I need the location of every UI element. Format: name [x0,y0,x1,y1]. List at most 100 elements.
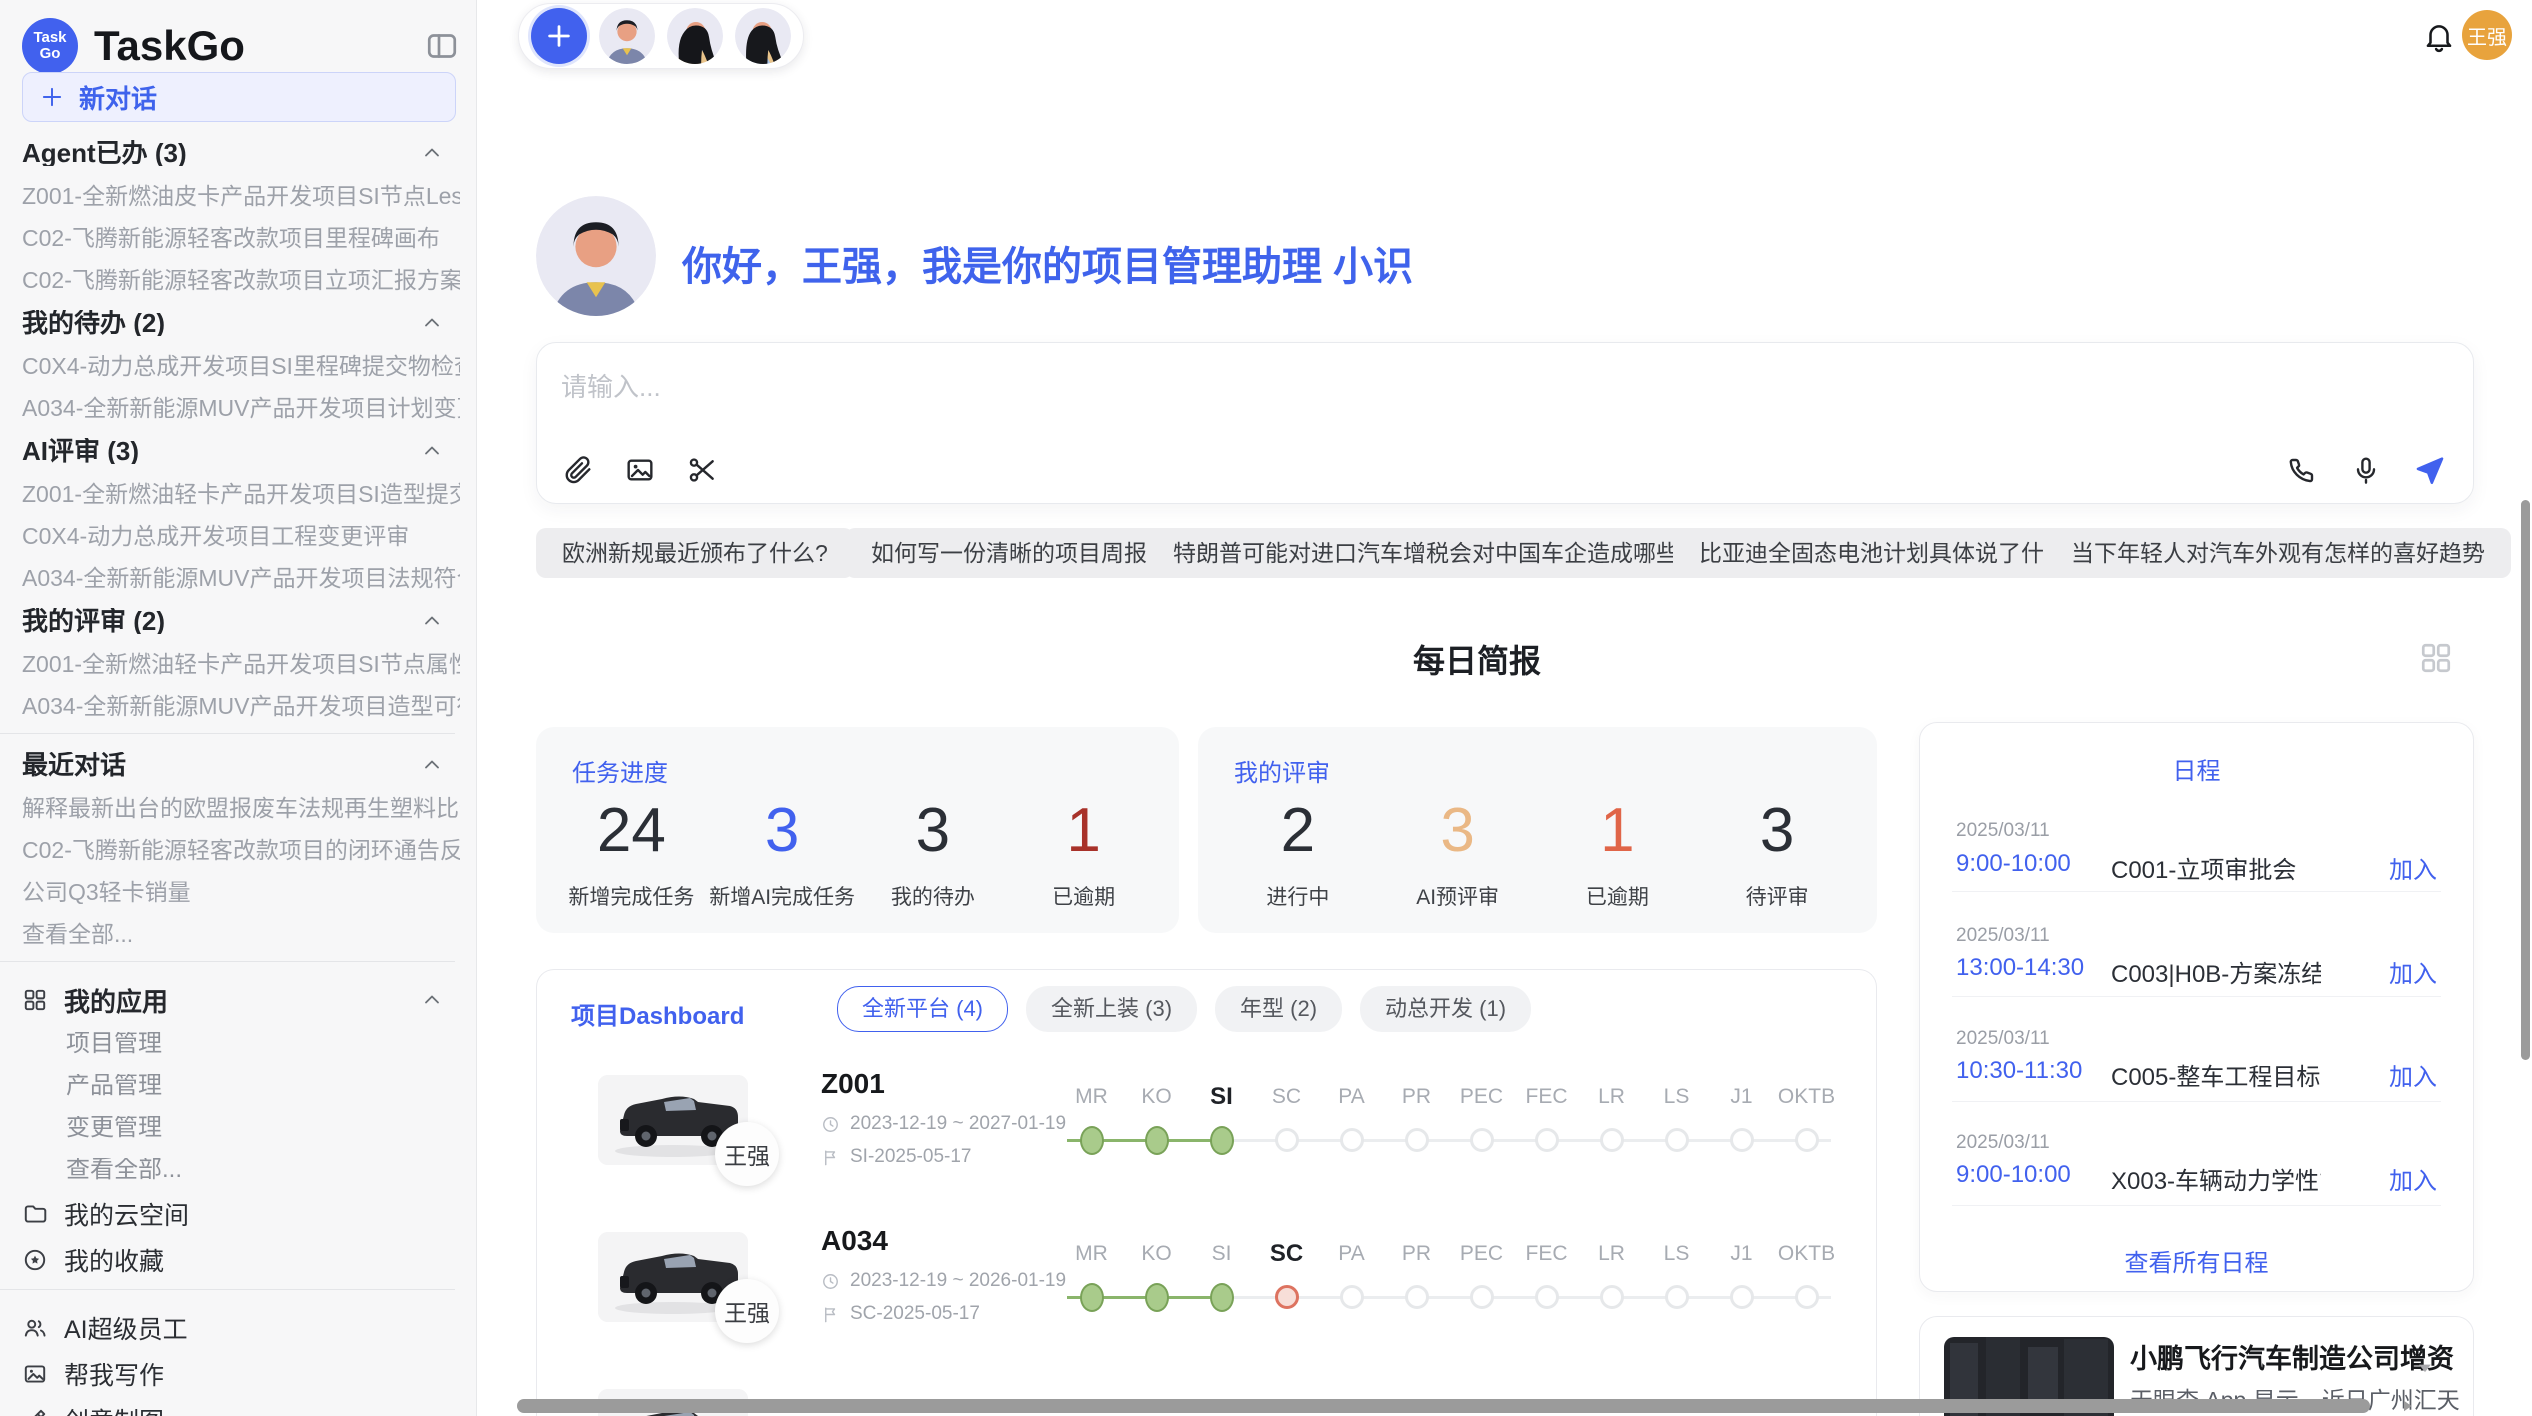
folder-icon [22,1201,48,1227]
sidebar-item-cloud-space[interactable]: 我的云空间 [22,1200,454,1228]
project-dates: 2023-12-19 ~ 2026-01-19 [821,1270,1066,1292]
mic-icon[interactable] [2345,449,2387,491]
join-button[interactable]: 加入 [2389,1161,2437,1196]
section-my-review[interactable]: 我的评审 (2) [22,608,454,634]
assistant-avatar [536,196,656,316]
suggestion-chip[interactable]: 当下年轻人对汽车外观有怎样的喜好趋势 [2045,528,2511,578]
view-all-apps[interactable]: 查看全部... [66,1158,477,1182]
divider [1952,996,2441,997]
vertical-scrollbar[interactable] [2521,500,2530,1060]
stat: 3新增AI完成任务 [707,795,858,915]
project-code[interactable]: A034 [821,1225,888,1257]
dashboard-title: 项目Dashboard [571,996,744,1031]
users-icon [22,1315,48,1341]
chevron-up-icon[interactable] [420,311,444,335]
cloud-space-label: 我的云空间 [64,1196,189,1232]
creative-draw-label: 创意制图 [64,1402,164,1416]
sidebar-item-help-write[interactable]: 帮我写作 [22,1360,454,1388]
suggestion-chip[interactable]: 特朗普可能对进口汽车增税会对中国车企造成哪些影响 [1147,528,1751,578]
new-session-button[interactable] [531,8,587,64]
view-all-schedule[interactable]: 查看所有日程 [1920,1243,2473,1278]
join-button[interactable]: 加入 [2389,954,2437,989]
chevron-up-icon[interactable] [420,609,444,633]
suggestion-chip[interactable]: 欧洲新规最近颁布了什么? [536,528,854,578]
list-item[interactable]: C02-飞腾新能源轻客改款项目的闭环通告反馈情况 [22,838,460,862]
tab-year-model[interactable]: 年型 (2) [1215,986,1342,1032]
new-chat-button[interactable]: 新对话 [22,72,456,122]
avatar[interactable] [599,8,655,64]
sidebar-collapse-icon[interactable] [424,28,460,64]
tab-powertrain[interactable]: 动总开发 (1) [1360,986,1531,1032]
sidebar-list: Agent已办 (3) Z001-全新燃油皮卡产品开发项目SI节点Lesson … [0,122,477,1416]
list-item[interactable]: A034-全新新能源MUV产品开发项目计划变更表编写 [22,396,460,420]
my-apps-label: 我的应用 [64,982,168,1019]
sidebar-item-change-mgmt[interactable]: 变更管理 [66,1116,477,1140]
taskgo-app: Task Go TaskGo 新对话 Agent已办 (3) Z001-全新燃油… [0,0,2532,1416]
list-item[interactable]: A034-全新新能源MUV产品开发项目法规符合性评审 [22,566,460,590]
milestone-dot [1210,1283,1234,1312]
horizontal-scrollbar[interactable] [517,1399,2370,1413]
list-item[interactable]: C0X4-动力总成开发项目工程变更评审 [22,524,460,548]
section-agent-done[interactable]: Agent已办 (3) [22,140,454,166]
join-button[interactable]: 加入 [2389,850,2437,885]
join-button[interactable]: 加入 [2389,1057,2437,1092]
event-title: C001-立项审批会 [2111,850,2321,885]
list-item[interactable]: C02-飞腾新能源轻客改款项目里程碑画布 [22,226,460,250]
sidebar-item-favorites[interactable]: 我的收藏 [22,1246,454,1274]
list-item[interactable]: A034-全新新能源MUV产品开发项目造型可行性评审 [22,694,460,718]
tab-new-body[interactable]: 全新上装 (3) [1026,986,1197,1032]
sidebar-item-creative-draw[interactable]: 创意制图 [22,1406,454,1416]
insert-image-icon[interactable] [619,449,661,491]
favorites-label: 我的收藏 [64,1242,164,1278]
layout-grid-icon[interactable] [2418,640,2454,676]
flag-icon [821,1148,840,1167]
app-logo: Task Go [22,18,78,74]
send-icon[interactable] [2409,449,2451,491]
user-avatar[interactable]: 王强 [2462,10,2512,60]
milestone-dot [1145,1283,1169,1312]
task-progress-card: 任务进度 24新增完成任务 3新增AI完成任务 3我的待办 1已逾期 [536,727,1179,933]
list-item[interactable]: Z001-全新燃油轻卡产品开发项目SI造型提交物评审 [22,482,460,506]
phone-icon[interactable] [2281,449,2323,491]
suggestion-chip[interactable]: 如何写一份清晰的项目周报 [845,528,1173,578]
list-item[interactable]: 公司Q3轻卡销量 [22,880,460,904]
session-switcher [518,3,804,69]
sidebar-item-ai-staff[interactable]: AI超级员工 [22,1314,454,1342]
dashboard-tabs: 全新平台 (4) 全新上装 (3) 年型 (2) 动总开发 (1) [837,986,1531,1032]
milestone-strip: MR KO SI SC PA PR PEC FEC LR LS J1 OKTB [1059,1239,1839,1312]
ai-staff-label: AI超级员工 [64,1310,188,1346]
list-item[interactable]: 解释最新出台的欧盟报废车法规再生塑料比例被调至15%... [22,796,460,820]
notification-bell-icon[interactable] [2422,20,2456,54]
sidebar-item-project-mgmt[interactable]: 项目管理 [66,1032,477,1056]
list-item[interactable]: C0X4-动力总成开发项目SI里程碑提交物检查 [22,354,460,378]
chevron-up-icon[interactable] [420,439,444,463]
sidebar-item-my-apps[interactable]: 我的应用 [22,986,454,1014]
scroll-right-icon[interactable] [2394,1397,2420,1415]
divider [0,733,455,734]
event-date: 2025/03/11 [1956,925,2050,947]
tab-new-platform[interactable]: 全新平台 (4) [837,986,1008,1032]
chevron-up-icon[interactable] [420,141,444,165]
avatar[interactable] [667,8,723,64]
project-code[interactable]: Z001 [821,1068,885,1100]
view-all-chats[interactable]: 查看全部... [22,922,460,946]
schedule-card: 日程 2025/03/11 9:00-10:00 C001-立项审批会 加入 2… [1919,722,2474,1292]
stat: 2进行中 [1218,795,1378,915]
chat-input[interactable] [559,363,2163,411]
chevron-up-icon[interactable] [420,753,444,777]
milestone-dot [1535,1128,1559,1152]
list-item[interactable]: Z001-全新燃油皮卡产品开发项目SI节点Lesson Learn报告 [22,184,460,208]
list-item[interactable]: Z001-全新燃油轻卡产品开发项目SI节点属性5D文件评审 [22,652,460,676]
section-ai-review[interactable]: AI评审 (3) [22,438,454,464]
milestone-dot [1405,1128,1429,1152]
section-recent-chats[interactable]: 最近对话 [22,752,454,778]
suggestion-chip[interactable]: 比亚迪全固态电池计划具体说了什么 [1673,528,2093,578]
section-my-todo[interactable]: 我的待办 (2) [22,310,454,336]
attachment-icon[interactable] [557,449,599,491]
snip-icon[interactable] [681,449,723,491]
chevron-up-icon[interactable] [420,988,444,1012]
scroll-down-icon[interactable] [2412,1358,2438,1378]
list-item[interactable]: C02-飞腾新能源轻客改款项目立项汇报方案 [22,268,460,292]
sidebar-item-product-mgmt[interactable]: 产品管理 [66,1074,477,1098]
avatar[interactable] [735,8,791,64]
